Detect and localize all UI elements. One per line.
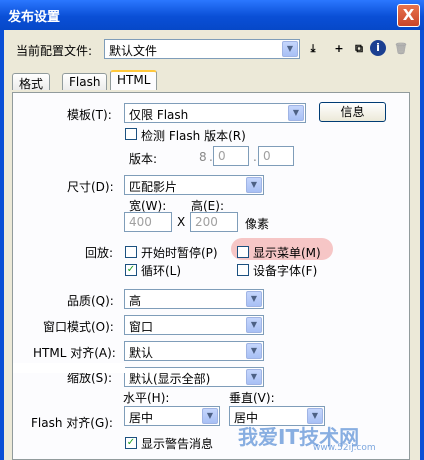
chevron-down-icon[interactable]: ▼: [246, 177, 262, 193]
device-font-label: 设备字体(F): [253, 264, 318, 278]
show-menu-label: 显示菜单(M): [253, 246, 321, 260]
horizontal-align-select[interactable]: 居中 ▼: [124, 406, 220, 426]
quality-select[interactable]: 高 ▼: [124, 289, 264, 309]
quality-value: 高: [129, 294, 142, 308]
profile-select-value: 默认文件: [109, 44, 158, 58]
quality-label: 品质(Q):: [67, 294, 114, 308]
playback-label: 回放:: [85, 246, 114, 260]
tab-formats[interactable]: 格式: [12, 73, 51, 91]
horizontal-label: 水平(H):: [123, 391, 170, 405]
loop-checkbox[interactable]: ✓: [125, 264, 137, 276]
plus-icon: +: [334, 42, 344, 55]
height-field[interactable]: 200: [190, 212, 238, 232]
tab-flash-label: Flash: [69, 75, 101, 89]
tab-html[interactable]: HTML: [110, 70, 158, 90]
vertical-label: 垂直(V):: [229, 391, 275, 405]
dimensions-label: 尺寸(D):: [67, 180, 114, 194]
info-icon: i: [376, 41, 380, 54]
dimensions-select[interactable]: 匹配影片 ▼: [124, 175, 264, 195]
loop-label: 循环(L): [141, 264, 182, 278]
tab-flash[interactable]: Flash: [62, 73, 108, 90]
duplicate-icon: ⧉: [355, 42, 363, 55]
chevron-down-icon[interactable]: ▼: [246, 343, 262, 359]
version-revision-field[interactable]: 0: [258, 146, 294, 166]
html-panel: 模板(T): 仅限 Flash ▼ 信息 检测 Flash 版本(R) 版本: …: [12, 92, 410, 460]
version-major: 8: [199, 150, 207, 164]
dimensions-value: 匹配影片: [129, 180, 178, 194]
profile-info-button[interactable]: i: [370, 40, 386, 56]
chevron-down-icon[interactable]: ▼: [288, 105, 304, 121]
width-field[interactable]: 400: [124, 212, 172, 232]
show-menu-checkbox[interactable]: [237, 246, 249, 258]
window-title: 发布设置: [8, 10, 61, 25]
title-bar: 发布设置 X: [0, 0, 424, 30]
scale-value: 默认(显示全部): [129, 372, 211, 386]
detect-version-checkbox[interactable]: [125, 128, 137, 140]
window-mode-label: 窗口模式(O):: [43, 320, 114, 334]
import-export-button[interactable]: ⤓: [304, 40, 322, 58]
profile-select[interactable]: 默认文件 ▼: [104, 39, 300, 59]
detect-version-label: 检测 Flash 版本(R): [141, 129, 246, 143]
device-font-checkbox[interactable]: [237, 264, 249, 276]
trash-icon: 🗑: [394, 42, 408, 55]
window-mode-value: 窗口: [129, 320, 154, 334]
window-mode-select[interactable]: 窗口 ▼: [124, 315, 264, 335]
watermark-url: www.52ij.com: [313, 443, 376, 453]
template-label: 模板(T):: [67, 108, 112, 122]
close-button[interactable]: X: [397, 4, 420, 27]
units-label: 像素: [245, 217, 270, 231]
import-export-icon: ⤓: [310, 42, 316, 55]
delete-profile-button[interactable]: 🗑: [392, 40, 410, 58]
flash-align-label: Flash 对齐(G):: [31, 416, 113, 430]
show-warnings-label: 显示警告消息: [141, 437, 214, 451]
chevron-down-icon[interactable]: ▼: [246, 369, 262, 385]
chevron-down-icon[interactable]: ▼: [202, 408, 218, 424]
duplicate-profile-button[interactable]: ⧉: [350, 40, 368, 58]
occlusion-mask: [13, 363, 125, 373]
template-select[interactable]: 仅限 Flash ▼: [124, 103, 306, 123]
tab-formats-label: 格式: [19, 77, 44, 91]
info-button[interactable]: 信息: [319, 102, 386, 122]
dialog-window: 发布设置 X 当前配置文件: 默认文件 ▼ ⤓ + ⧉ i 🗑 格式 Flash: [0, 0, 424, 460]
version-label: 版本:: [129, 152, 158, 166]
scale-select[interactable]: 默认(显示全部) ▼: [124, 367, 264, 387]
template-value: 仅限 Flash: [129, 108, 189, 122]
times-sign: X: [177, 215, 186, 229]
html-align-value: 默认: [129, 346, 154, 360]
add-profile-button[interactable]: +: [330, 40, 348, 58]
chevron-down-icon[interactable]: ▼: [246, 317, 262, 333]
show-warnings-checkbox[interactable]: ✓: [125, 437, 137, 449]
pause-start-checkbox[interactable]: [125, 246, 137, 258]
tab-html-label: HTML: [117, 73, 151, 87]
version-minor-field[interactable]: 0: [213, 146, 249, 166]
chevron-down-icon[interactable]: ▼: [246, 291, 262, 307]
pause-start-label: 开始时暂停(P): [141, 246, 218, 260]
html-align-select[interactable]: 默认 ▼: [124, 341, 264, 361]
profile-label: 当前配置文件:: [16, 44, 93, 58]
horizontal-align-value: 居中: [129, 411, 154, 425]
chevron-down-icon[interactable]: ▼: [282, 41, 298, 57]
html-align-label: HTML 对齐(A):: [33, 346, 116, 360]
